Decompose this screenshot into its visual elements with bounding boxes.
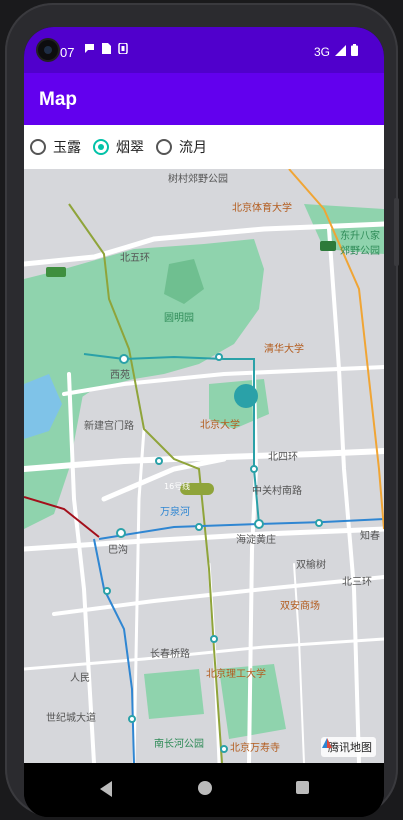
network-type: 3G	[313, 44, 330, 59]
power-button	[394, 198, 399, 266]
poi-stadium: 北京体育大学	[232, 203, 292, 214]
radio-circle-icon[interactable]	[30, 139, 46, 155]
map-label-road: 长春桥路	[150, 649, 190, 660]
navigation-bar	[24, 763, 384, 817]
map-label-area: 双榆树	[296, 560, 326, 571]
radio-circle-icon[interactable]	[156, 139, 172, 155]
radio-label: 玉露	[53, 140, 81, 156]
map-label-area: 西苑	[110, 370, 130, 381]
app-title: Map	[39, 89, 77, 110]
map-style-radio-group: 玉露 烟翠 流月	[24, 125, 384, 169]
map-logo-text: 腾讯地图	[328, 741, 372, 754]
map-label-area: 海淀黄庄	[236, 535, 276, 546]
status-bar: 07 3G	[24, 27, 384, 73]
chat-icon	[84, 43, 95, 57]
poi-changhe: 南长河公园	[154, 739, 204, 750]
app-bar: Map	[24, 73, 384, 125]
poi-pku: 北京大学	[200, 420, 240, 431]
status-notification-icons	[84, 42, 128, 57]
status-right: 3G	[314, 44, 358, 59]
map-label-road: 中关村南路	[252, 486, 302, 497]
home-icon[interactable]	[198, 781, 212, 795]
poi-shuangan: 双安商场	[280, 601, 320, 612]
phone-frame: 07 3G Map 玉露 烟翠 流月 树村郊野公园 北京体育大学 东升八家郊野公…	[5, 3, 399, 817]
map-label-road: 人民	[70, 673, 90, 684]
map-label-road: 世纪城大道	[46, 713, 96, 724]
radio-label: 流月	[179, 140, 207, 156]
radio-yancui[interactable]: 烟翠	[93, 137, 144, 157]
status-time: 07	[60, 45, 75, 60]
map-label-road: 北四环	[268, 452, 298, 463]
sim-card-icon	[102, 43, 111, 57]
back-icon[interactable]	[100, 781, 112, 797]
radio-liuyue[interactable]: 流月	[156, 137, 207, 157]
poi-bit: 北京理工大学	[206, 669, 266, 680]
map-label-road: 北五环	[120, 253, 150, 264]
map-provider-logo: 腾讯地图	[321, 737, 376, 757]
poi-dongsheng: 东升八家郊野公园	[340, 231, 380, 257]
map-badge: 16号线	[164, 482, 191, 491]
map-view[interactable]: 树村郊野公园 北京体育大学 东升八家郊野公园 北五环 圆明园 清华大学 西苑 北…	[24, 169, 384, 763]
map-label-river: 万泉河	[160, 507, 190, 518]
map-label-area: 知春	[360, 531, 380, 542]
map-label-road: 新建宫门路	[84, 421, 134, 432]
recent-apps-icon[interactable]	[296, 781, 309, 794]
signal-icon	[335, 44, 346, 59]
screen: 07 3G Map 玉露 烟翠 流月 树村郊野公园 北京体育大学 东升八家郊野公…	[24, 27, 384, 817]
park-area	[144, 669, 204, 719]
radio-circle-checked-icon[interactable]	[93, 139, 109, 155]
battery-icon	[351, 44, 358, 59]
front-camera	[38, 40, 58, 60]
poi-tsinghua: 清华大学	[264, 344, 304, 355]
radio-label: 烟翠	[116, 140, 144, 156]
map-label-road: 北三环	[342, 577, 372, 588]
poi-wanshou: 北京万寿寺	[230, 743, 280, 754]
radio-yulu[interactable]: 玉露	[30, 137, 81, 157]
map-label-road: 树村郊野公园	[168, 174, 228, 185]
storage-icon	[118, 42, 128, 57]
poi-yuanmingyuan: 圆明园	[164, 313, 194, 324]
map-label-area: 巴沟	[108, 545, 128, 556]
